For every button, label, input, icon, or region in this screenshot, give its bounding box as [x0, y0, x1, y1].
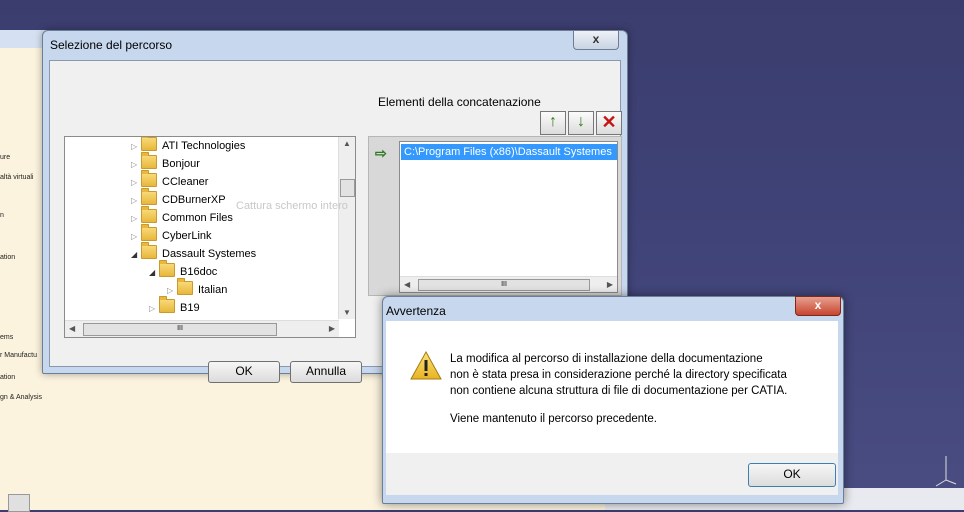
folder-icon [141, 137, 157, 151]
expand-arrow-icon[interactable]: ▷ [131, 138, 141, 156]
tree-item-label: B19 [180, 302, 200, 314]
close-button[interactable]: x [573, 30, 619, 50]
expand-arrow-icon[interactable]: ▷ [131, 228, 141, 246]
delete-button[interactable]: ✕ [596, 111, 622, 135]
ok-button[interactable]: OK [748, 463, 836, 487]
tree-item-label: B16doc [180, 266, 218, 278]
bg-tree-item[interactable]: ure [0, 154, 10, 161]
concat-label: Elementi della concatenazione [378, 95, 541, 109]
move-up-button[interactable]: ↑ [540, 111, 566, 135]
scroll-thumb[interactable]: III [83, 323, 277, 336]
move-down-button[interactable]: ↓ [568, 111, 594, 135]
tree-item-label: Dassault Systemes [162, 248, 257, 260]
folder-open-icon [141, 242, 157, 259]
expand-arrow-icon[interactable]: ▷ [149, 300, 159, 318]
tree-item[interactable]: ▷ Italian [167, 278, 228, 300]
dialog-footer: OK [386, 453, 838, 495]
bg-tree-item[interactable]: gn & Analysis [0, 394, 42, 401]
warning-dialog: Avvertenza x La modifica al percorso di … [382, 296, 844, 504]
expand-arrow-icon[interactable]: ▷ [131, 156, 141, 174]
folder-icon [141, 206, 157, 223]
bg-tree-item[interactable]: altà virtuali [0, 174, 33, 181]
scroll-thumb[interactable] [340, 179, 355, 197]
delete-icon: ✕ [601, 112, 617, 132]
scroll-up-icon[interactable]: ▲ [343, 139, 351, 148]
message-line: non è stata presa in considerazione perc… [450, 369, 787, 381]
expand-arrow-icon[interactable]: ▷ [167, 282, 177, 300]
message-line: non contiene alcuna struttura di file di… [450, 385, 788, 397]
collapse-arrow-icon[interactable]: ◢ [149, 264, 159, 282]
folder-icon [141, 224, 157, 241]
bg-tree-item[interactable]: r Manufactu [0, 352, 37, 359]
expand-arrow-icon[interactable]: ▷ [131, 174, 141, 192]
folder-icon [141, 188, 157, 205]
horizontal-scrollbar[interactable]: ◀ III ▶ [65, 320, 339, 337]
ok-button[interactable]: OK [208, 361, 280, 383]
dialog-title: Avvertenza [386, 304, 446, 318]
tree-item-label: ATI Technologies [162, 140, 246, 152]
concat-panel: ⇨ C:\Program Files (x86)\Dassault System… [368, 136, 622, 296]
concat-list[interactable]: C:\Program Files (x86)\Dassault Systemes… [399, 141, 618, 293]
folder-icon [177, 278, 193, 295]
selected-arrow-icon: ⇨ [375, 145, 387, 161]
collapse-arrow-icon[interactable]: ◢ [131, 246, 141, 264]
warning-icon [410, 351, 442, 380]
scroll-right-icon[interactable]: ▶ [607, 280, 613, 289]
axis-compass-icon [935, 456, 957, 487]
arrow-down-icon: ↓ [577, 113, 585, 130]
folder-tree[interactable]: ▷ ATI Technologies ▷ Bonjour ▷ CCleaner ▷ CD… [64, 136, 356, 338]
arrow-up-icon: ↑ [549, 113, 557, 130]
tree-item-label: Italian [198, 284, 228, 296]
scroll-left-icon[interactable]: ◀ [69, 324, 75, 333]
bg-tree-item[interactable]: ems [0, 334, 13, 341]
bg-tree-item[interactable]: n [0, 212, 4, 219]
tree-item-label: CDBurnerXP [162, 194, 226, 206]
tree-item-label: Bonjour [162, 158, 200, 170]
scroll-thumb[interactable]: III [418, 279, 590, 291]
horizontal-scrollbar[interactable]: ◀ III ▶ [400, 276, 617, 292]
scroll-down-icon[interactable]: ▼ [343, 308, 351, 317]
folder-icon [159, 296, 175, 313]
expand-arrow-icon[interactable]: ▷ [131, 192, 141, 210]
scroll-left-icon[interactable]: ◀ [404, 280, 410, 289]
folder-icon [141, 170, 157, 187]
close-button[interactable]: x [795, 296, 841, 316]
bg-tree-item[interactable]: ation [0, 254, 15, 261]
tree-item[interactable]: ▷ B19 [149, 296, 200, 318]
dialog-message-area: La modifica al percorso di installazione… [386, 321, 838, 453]
list-item[interactable]: C:\Program Files (x86)\Dassault Systemes [401, 144, 617, 160]
tree-item-label: Common Files [162, 212, 233, 224]
bg-tree-item[interactable]: ation [0, 374, 15, 381]
tree-item-label: CCleaner [162, 176, 209, 188]
dialog-title: Selezione del percorso [50, 38, 173, 52]
tree-item[interactable]: ◢ Dassault Systemes [131, 242, 257, 264]
folder-open-icon [159, 260, 175, 277]
tool-icon[interactable] [8, 494, 30, 512]
message-line: Viene mantenuto il percorso precedente. [450, 413, 657, 425]
scroll-right-icon[interactable]: ▶ [329, 324, 335, 333]
message-line: La modifica al percorso di installazione… [450, 353, 763, 365]
tree-item-label: CyberLink [162, 230, 212, 242]
cancel-button[interactable]: Annulla [290, 361, 362, 383]
watermark-text: Cattura schermo intero [236, 200, 348, 212]
folder-icon [141, 152, 157, 169]
expand-arrow-icon[interactable]: ▷ [131, 210, 141, 228]
vertical-scrollbar[interactable]: ▲ ▼ [338, 137, 355, 319]
